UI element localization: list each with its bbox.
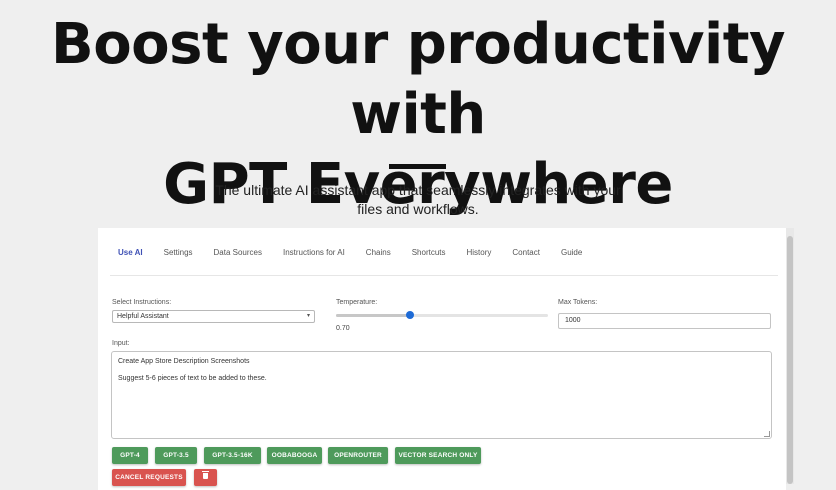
chevron-down-icon: ▾	[306, 313, 310, 319]
tab-data-sources[interactable]: Data Sources	[214, 248, 262, 264]
delete-button[interactable]	[194, 469, 217, 486]
max-tokens-label: Max Tokens:	[558, 299, 598, 306]
app-window: Use AI Settings Data Sources Instruction…	[98, 228, 786, 490]
gpt-4-button[interactable]: GPT-4	[112, 447, 148, 464]
hero-divider	[389, 164, 446, 169]
tab-history[interactable]: History	[467, 248, 492, 264]
max-tokens-input[interactable]: 1000	[558, 313, 771, 329]
tab-settings[interactable]: Settings	[164, 248, 193, 264]
tab-use-ai[interactable]: Use AI	[118, 248, 143, 264]
tab-guide[interactable]: Guide	[561, 248, 582, 264]
input-textarea[interactable]: Create App Store Description Screenshots…	[111, 351, 772, 439]
tab-chains[interactable]: Chains	[366, 248, 391, 264]
tabs-divider	[110, 275, 778, 276]
cancel-requests-button[interactable]: CANCEL REQUESTS	[112, 469, 186, 486]
temperature-label: Temperature:	[336, 299, 378, 306]
tab-instructions-for-ai[interactable]: Instructions for AI	[283, 248, 345, 264]
resize-handle[interactable]	[764, 431, 770, 437]
oobabooga-button[interactable]: OOBABOOGA	[267, 447, 322, 464]
trash-icon	[202, 471, 209, 480]
scrollbar-thumb[interactable]	[787, 236, 793, 484]
input-line-1: Create App Store Description Screenshots	[118, 358, 250, 365]
instructions-label: Select Instructions:	[112, 299, 172, 306]
openrouter-button[interactable]: OPENROUTER	[328, 447, 388, 464]
gpt-3-5-16k-button[interactable]: GPT-3.5-16K	[204, 447, 261, 464]
page-scrollbar[interactable]	[786, 228, 794, 484]
instructions-select[interactable]: Helpful Assistant ▾	[112, 310, 315, 323]
tab-contact[interactable]: Contact	[512, 248, 540, 264]
temperature-slider-thumb[interactable]	[406, 311, 415, 319]
hero-subtitle-line1: The ultimate AI assistant app that seaml…	[215, 182, 621, 198]
instructions-selected-value: Helpful Assistant	[117, 313, 169, 320]
hero-title-line1: Boost your productivity with	[51, 12, 785, 147]
tab-bar: Use AI Settings Data Sources Instruction…	[118, 248, 603, 264]
vector-search-only-button[interactable]: VECTOR SEARCH ONLY	[395, 447, 481, 464]
hero-subtitle-line2: files and workflows.	[357, 201, 479, 217]
gpt-3-5-button[interactable]: GPT-3.5	[155, 447, 197, 464]
input-line-2: Suggest 5-6 pieces of text to be added t…	[118, 375, 267, 382]
temperature-value: 0.70	[336, 325, 350, 332]
temperature-slider-fill	[336, 314, 411, 317]
hero-subtitle: The ultimate AI assistant app that seaml…	[210, 181, 626, 219]
temperature-slider[interactable]	[336, 311, 548, 319]
input-label: Input:	[112, 340, 130, 347]
tab-shortcuts[interactable]: Shortcuts	[412, 248, 446, 264]
